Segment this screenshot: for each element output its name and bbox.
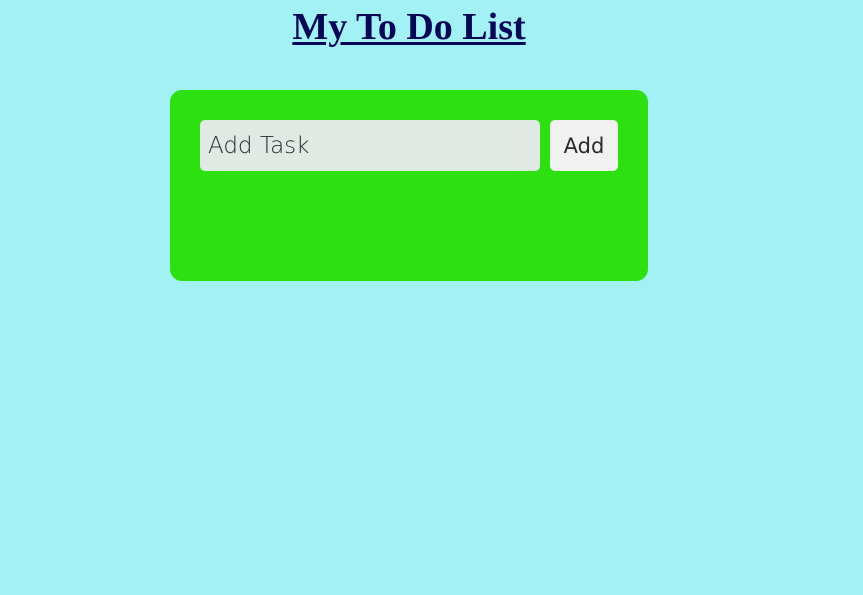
todo-card: Add	[170, 90, 648, 281]
add-task-input[interactable]	[200, 120, 540, 171]
page-title: My To Do List	[292, 6, 526, 48]
add-button[interactable]: Add	[550, 120, 618, 171]
